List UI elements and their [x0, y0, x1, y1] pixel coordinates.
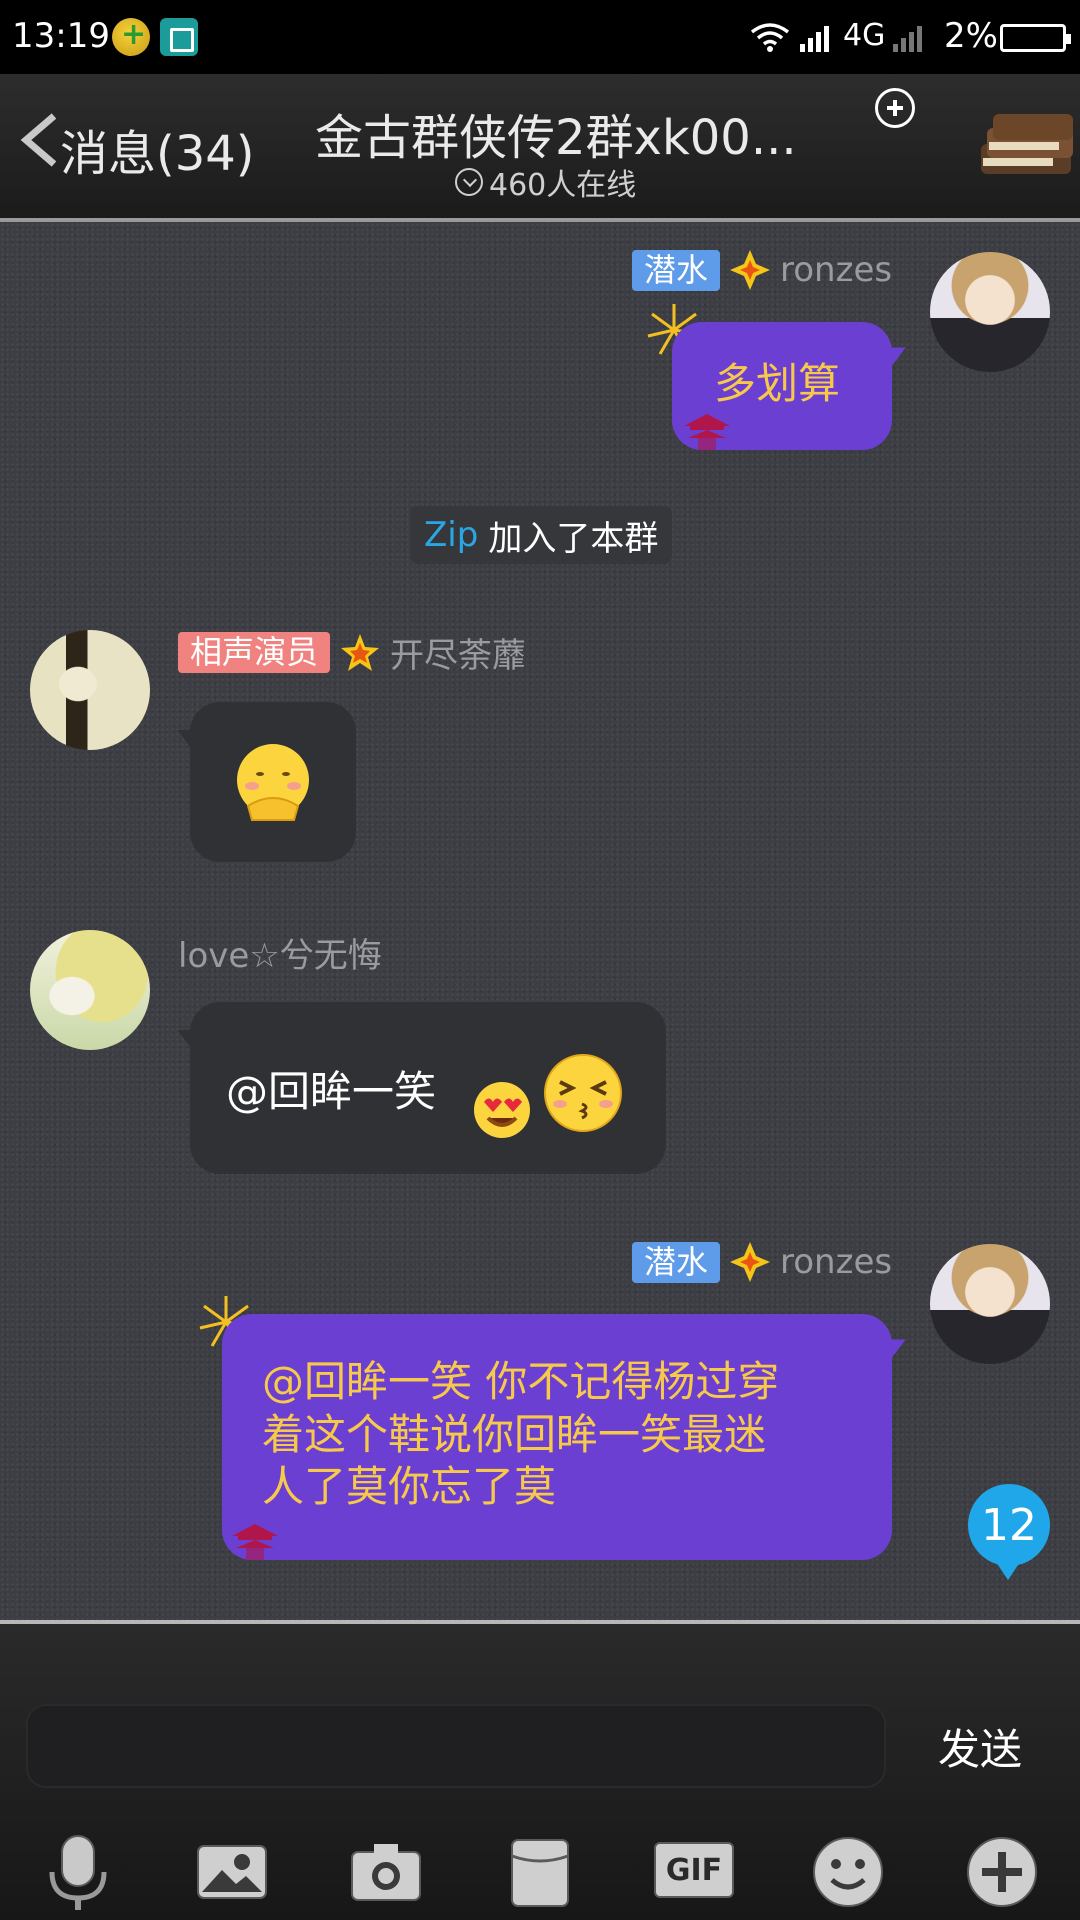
status-bar: 13:19 4G 2%: [0, 0, 1080, 74]
sender-row: 相声演员 开尽荼蘼: [178, 628, 526, 677]
thinking-emoji-icon: [237, 744, 309, 821]
chevron-down-icon: [455, 168, 483, 196]
member-title-badge: 潜水: [632, 1242, 721, 1283]
system-join-notice: Zip 加入了本群: [410, 506, 673, 564]
member-title-badge: 相声演员: [178, 632, 331, 673]
avatar[interactable]: [930, 252, 1050, 372]
input-toolbar: GIF: [0, 1824, 1080, 1920]
screenshot-icon: [160, 18, 198, 56]
battery-icon: [1000, 24, 1071, 52]
gif-label: GIF: [665, 1852, 723, 1888]
heart-eyes-emoji-icon: [474, 1082, 530, 1138]
avatar[interactable]: [30, 630, 150, 750]
group-title[interactable]: 金古群侠传2群xk00...: [315, 98, 797, 168]
level-star-icon: [730, 250, 771, 291]
status-time: 13:19: [12, 16, 110, 56]
sender-name: ronzes: [780, 250, 893, 291]
add-member-icon[interactable]: [875, 88, 915, 128]
avatar[interactable]: [30, 930, 150, 1050]
battery-percent: 2%: [944, 16, 998, 56]
online-count-label: 460人在线: [489, 168, 637, 203]
network-type: 4G: [843, 18, 886, 53]
pocket-icon[interactable]: [500, 1832, 580, 1912]
avatar[interactable]: [930, 1244, 1050, 1364]
message-line: 人了莫你忘了莫: [262, 1462, 557, 1511]
member-title-badge: 潜水: [632, 250, 721, 291]
message-text: @回眸一笑 你不记得杨过穿 着这个鞋说你回眸一笑最迷 人了莫你忘了莫: [262, 1356, 862, 1514]
pagoda-decoration-icon: [684, 414, 730, 450]
back-chevron-icon[interactable]: [18, 112, 62, 168]
sender-name: love☆兮无悔: [178, 936, 382, 976]
back-button[interactable]: 消息(34): [60, 114, 255, 184]
level-star-icon: [730, 1242, 771, 1283]
chat-area[interactable]: 潜水 ronzes 多划算 Zip 加入了本群 相声演员 开尽荼蘼 love☆兮…: [0, 222, 1080, 1620]
message-text: @回眸一笑: [226, 1067, 437, 1116]
level-star-icon: [341, 633, 380, 671]
message-input[interactable]: [26, 1704, 886, 1788]
group-info-book-icon[interactable]: [975, 104, 1079, 184]
message-text: 多划算: [714, 359, 841, 408]
message-bubble[interactable]: @回眸一笑: [190, 1002, 666, 1174]
sender-name: 开尽荼蘼: [390, 636, 527, 676]
sender-name: ronzes: [780, 1242, 893, 1283]
sender-row: 潜水 ronzes: [632, 250, 892, 291]
gif-icon[interactable]: GIF: [654, 1842, 734, 1898]
message-line: 着这个鞋说你回眸一笑最迷: [262, 1409, 767, 1459]
image-icon[interactable]: [192, 1832, 272, 1912]
kissing-emoji-icon: [544, 1054, 622, 1132]
system-text: 加入了本群: [488, 518, 659, 559]
app-notification-icon: [112, 17, 150, 56]
message-bubble[interactable]: @回眸一笑 你不记得杨过穿 着这个鞋说你回眸一笑最迷 人了莫你忘了莫: [222, 1314, 892, 1560]
mic-icon[interactable]: [38, 1832, 118, 1912]
sender-row: love☆兮无悔: [178, 928, 382, 977]
pagoda-decoration-icon: [232, 1524, 278, 1560]
message-bubble[interactable]: [190, 702, 356, 862]
online-count[interactable]: 460人在线: [455, 160, 636, 204]
signal-icon-secondary: [893, 26, 922, 52]
unread-count: 12: [981, 1499, 1037, 1551]
send-button[interactable]: 发送: [938, 1716, 1022, 1777]
chat-header: 消息(34) 金古群侠传2群xk00... 460人在线: [0, 74, 1080, 222]
unread-count-badge[interactable]: 12: [968, 1484, 1050, 1580]
emoji-icon[interactable]: [808, 1832, 888, 1912]
joined-user-link[interactable]: Zip: [424, 515, 478, 555]
signal-icon: [800, 26, 829, 52]
camera-icon[interactable]: [346, 1832, 426, 1912]
sender-row: 潜水 ronzes: [632, 1242, 892, 1283]
plus-icon[interactable]: [962, 1832, 1042, 1912]
message-line: @回眸一笑 你不记得杨过穿: [262, 1357, 780, 1406]
input-bar: 发送 GIF: [0, 1620, 1080, 1920]
wifi-icon: [750, 23, 790, 52]
